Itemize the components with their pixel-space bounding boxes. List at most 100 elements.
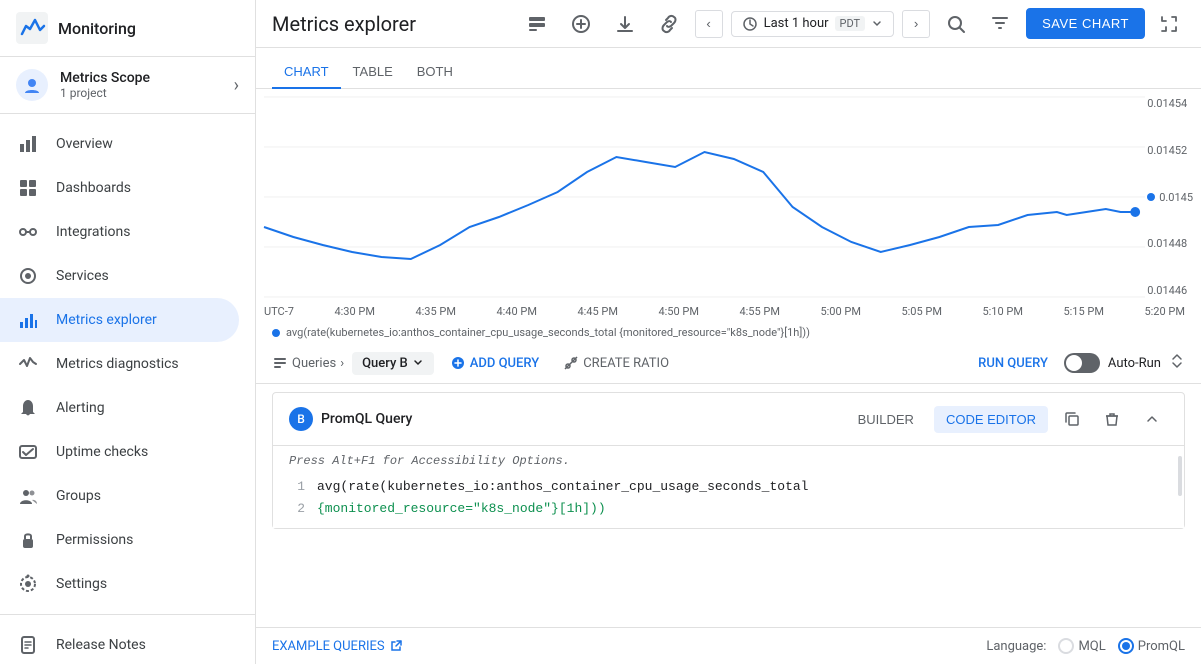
sidebar-item-permissions[interactable]: Permissions: [0, 518, 239, 562]
sidebar-item-permissions-label: Permissions: [56, 532, 133, 548]
chart-svg: [264, 97, 1145, 297]
promql-label: PromQL: [1138, 639, 1185, 654]
code-editor-body[interactable]: Press Alt+F1 for Accessibility Options. …: [273, 446, 1184, 528]
time-nav-arrows-right: ›: [902, 10, 930, 38]
timezone-badge: PDT: [835, 16, 866, 31]
query-badge: B: [289, 407, 313, 431]
scope-name: Metrics Scope: [60, 70, 234, 86]
x-axis-labels: UTC-7 4:30 PM 4:35 PM 4:40 PM 4:45 PM 4:…: [256, 301, 1201, 322]
copy-icon-btn[interactable]: [1056, 403, 1088, 435]
auto-run-switch[interactable]: [1064, 353, 1100, 373]
query-bar: Queries › Query B ADD QUERY CREATE RATIO…: [256, 343, 1201, 384]
sidebar-item-dashboards[interactable]: Dashboards: [0, 166, 239, 210]
create-ratio-label: CREATE RATIO: [583, 356, 669, 371]
groups-icon: [16, 484, 40, 508]
editor-hint: Press Alt+F1 for Accessibility Options.: [289, 454, 1168, 468]
chart-icon: [16, 132, 40, 156]
auto-run-toggle: Auto-Run: [1064, 353, 1161, 373]
sidebar: Monitoring Metrics Scope 1 project › Ove…: [0, 0, 256, 664]
tab-chart[interactable]: CHART: [272, 56, 341, 89]
expand-panel-btn[interactable]: [1153, 8, 1185, 40]
sidebar-item-alerting[interactable]: Alerting: [0, 386, 239, 430]
code-line-1: 1 avg(rate(kubernetes_io:anthos_containe…: [289, 476, 1168, 498]
sidebar-item-integrations[interactable]: Integrations: [0, 210, 239, 254]
grid-icon: [16, 176, 40, 200]
query-label: Query B: [362, 356, 408, 371]
query-dropdown[interactable]: Query B: [352, 352, 434, 375]
time-selector[interactable]: Last 1 hour PDT: [731, 11, 895, 37]
app-name: Monitoring: [58, 19, 136, 38]
mql-radio-circle: [1058, 638, 1074, 654]
sidebar-item-alerting-label: Alerting: [56, 400, 105, 416]
x-label-8: 5:05 PM: [901, 305, 941, 318]
delete-icon-btn[interactable]: [1096, 403, 1128, 435]
tab-table[interactable]: TABLE: [341, 56, 405, 89]
builder-button[interactable]: BUILDER: [846, 406, 926, 433]
sidebar-item-groups[interactable]: Groups: [0, 474, 239, 518]
scrollbar[interactable]: [1178, 456, 1182, 496]
add-icon-btn[interactable]: [563, 6, 599, 42]
y-label-3: 0.01448: [1147, 237, 1193, 250]
view-icon-btn[interactable]: [519, 6, 555, 42]
sidebar-item-release-notes[interactable]: Release Notes: [0, 623, 239, 664]
link-icon-btn[interactable]: [651, 6, 687, 42]
filter-icon-btn[interactable]: [982, 6, 1018, 42]
query-breadcrumb: Queries ›: [272, 355, 344, 371]
save-chart-button[interactable]: SAVE CHART: [1026, 8, 1145, 39]
sidebar-item-metrics-explorer[interactable]: Metrics explorer: [0, 298, 239, 342]
sidebar-item-overview[interactable]: Overview: [0, 122, 239, 166]
metrics-scope[interactable]: Metrics Scope 1 project ›: [0, 57, 255, 114]
download-icon-btn[interactable]: [607, 6, 643, 42]
external-link-icon: [389, 639, 403, 653]
run-query-button[interactable]: RUN QUERY: [970, 352, 1056, 375]
chart-container: CHART TABLE BOTH 0.01454 0.01452: [256, 48, 1201, 664]
add-icon: [450, 355, 466, 371]
time-prev-btn[interactable]: ‹: [695, 10, 723, 38]
add-query-button[interactable]: ADD QUERY: [442, 351, 547, 375]
collapse-query-btn[interactable]: [1136, 403, 1168, 435]
app-logo: [16, 12, 48, 44]
sidebar-item-metrics-diagnostics-label: Metrics diagnostics: [56, 356, 179, 372]
sidebar-item-metrics-diagnostics[interactable]: Metrics diagnostics: [0, 342, 239, 386]
breadcrumb-separator: ›: [340, 356, 344, 371]
auto-run-label: Auto-Run: [1108, 356, 1161, 371]
sidebar-item-uptime-checks[interactable]: Uptime checks: [0, 430, 239, 474]
create-ratio-button[interactable]: CREATE RATIO: [555, 351, 677, 375]
ratio-icon: [563, 355, 579, 371]
promql-radio-circle: [1118, 638, 1134, 654]
scope-info: Metrics Scope 1 project: [60, 70, 234, 100]
query-editor: B PromQL Query BUILDER CODE EDITOR Press…: [272, 392, 1185, 529]
sidebar-item-settings[interactable]: Settings: [0, 562, 239, 606]
add-query-label: ADD QUERY: [470, 356, 539, 371]
metrics-icon: [16, 308, 40, 332]
language-selector: Language: MQL PromQL: [986, 638, 1185, 654]
promql-radio[interactable]: PromQL: [1118, 638, 1185, 654]
expand-query-btn[interactable]: [1169, 353, 1185, 373]
integration-icon: [16, 220, 40, 244]
chart-wrapper: 0.01454 0.01452 0.0145 0.01448 0.01446: [256, 89, 1201, 301]
tab-both[interactable]: BOTH: [405, 56, 465, 89]
scope-icon: [16, 69, 48, 101]
legend-dot: [272, 329, 280, 337]
toggle-knob: [1066, 355, 1082, 371]
time-next-btn[interactable]: ›: [902, 10, 930, 38]
sidebar-item-metrics-explorer-label: Metrics explorer: [56, 312, 157, 328]
sidebar-item-services[interactable]: Services: [0, 254, 239, 298]
sidebar-item-settings-label: Settings: [56, 576, 107, 592]
diagnostics-icon: [16, 352, 40, 376]
mql-radio[interactable]: MQL: [1058, 638, 1105, 654]
promql-radio-inner: [1122, 642, 1130, 650]
y-label-0: 0.01454: [1147, 97, 1193, 110]
sidebar-item-integrations-label: Integrations: [56, 224, 130, 240]
time-label: Last 1 hour: [764, 16, 829, 31]
scope-expand-icon: ›: [234, 75, 239, 96]
x-label-1: 4:30 PM: [334, 305, 374, 318]
search-icon-btn[interactable]: [938, 6, 974, 42]
queries-icon: [272, 355, 288, 371]
sidebar-header: Monitoring: [0, 0, 255, 57]
example-queries-link[interactable]: EXAMPLE QUERIES: [272, 639, 403, 654]
bell-icon: [16, 396, 40, 420]
sidebar-item-release-notes-label: Release Notes: [56, 637, 146, 653]
code-editor-button[interactable]: CODE EDITOR: [934, 406, 1048, 433]
line-num-1: 1: [289, 476, 305, 498]
